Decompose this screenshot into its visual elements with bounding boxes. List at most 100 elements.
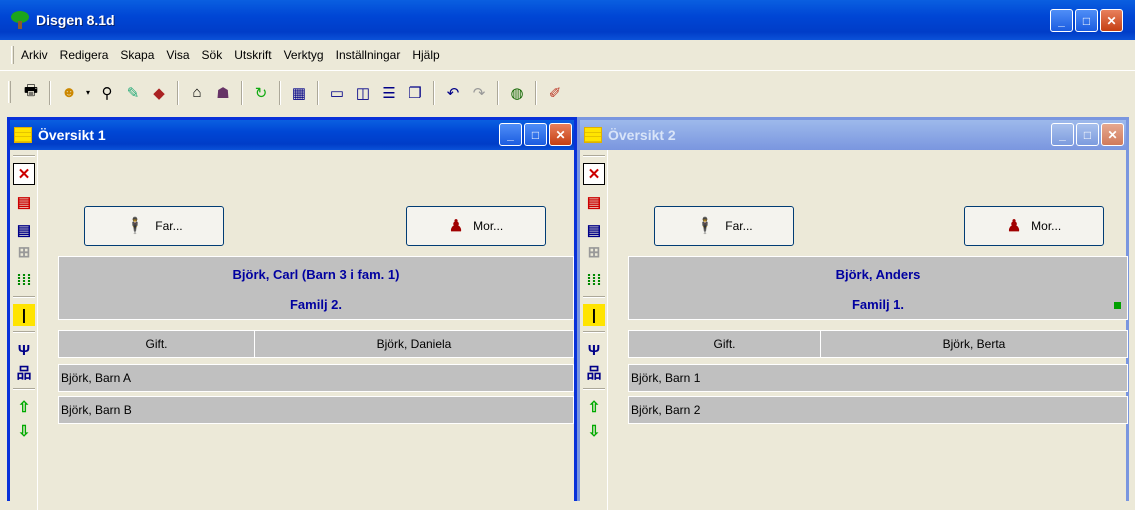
- overview-window-1[interactable]: Översikt 1 _ □ ✕ ✕ ▤ ▤ ⊞ ⁞⁞⁞ | Ψ 品 ⇧ ⇩ 🕴…: [7, 117, 577, 510]
- father-button[interactable]: 🕴 Far...: [654, 206, 794, 246]
- undo-icon[interactable]: ↶: [442, 82, 464, 104]
- calendar-icon[interactable]: ▦: [288, 82, 310, 104]
- app-titlebar[interactable]: Disgen 8.1d _ □ ✕: [0, 0, 1135, 40]
- book-pen-icon[interactable]: ✐: [544, 82, 566, 104]
- minimize-button[interactable]: _: [1050, 9, 1073, 32]
- menu-utskrift[interactable]: Utskrift: [234, 48, 271, 62]
- window-2-maximize-button[interactable]: □: [1076, 123, 1099, 146]
- window-2-close-button[interactable]: ✕: [1101, 123, 1124, 146]
- ancestors-icon[interactable]: 品: [13, 361, 35, 383]
- spouse-name[interactable]: Björk, Berta: [821, 331, 1127, 357]
- person-icon[interactable]: ☻: [58, 82, 80, 104]
- window-split-icon[interactable]: ◫: [352, 82, 374, 104]
- child-row[interactable]: Björk, Barn A: [58, 364, 574, 392]
- status-indicator: [1114, 302, 1121, 309]
- child-name: Björk, Barn B: [61, 403, 132, 417]
- child-row[interactable]: Björk, Barn 1: [628, 364, 1128, 392]
- window-1-content: 🕴 Far... ♟ Mor... Björk, Carl (Barn 3 i …: [48, 150, 574, 501]
- menu-arkiv[interactable]: Arkiv: [21, 48, 48, 62]
- window-1-maximize-button[interactable]: □: [524, 123, 547, 146]
- arrow-down-icon[interactable]: ⇩: [583, 420, 605, 442]
- menu-sok[interactable]: Sök: [202, 48, 223, 62]
- menu-verktyg[interactable]: Verktyg: [284, 48, 324, 62]
- book-icon[interactable]: ◆: [148, 82, 170, 104]
- menu-installningar[interactable]: Inställningar: [336, 48, 401, 62]
- maximize-button[interactable]: □: [1075, 9, 1098, 32]
- mother-label: Mor...: [473, 219, 504, 233]
- overview-window-2[interactable]: Översikt 2 _ □ ✕ ✕ ▤ ▤ ⊞ ⁞⁞⁞ | Ψ 品 ⇧ ⇩ 🕴…: [577, 117, 1129, 510]
- tree-structure-icon[interactable]: ⊞: [583, 241, 605, 263]
- mother-button[interactable]: ♟ Mor...: [406, 206, 546, 246]
- app-title: Disgen 8.1d: [36, 12, 115, 28]
- divider-line-icon[interactable]: |: [13, 304, 35, 326]
- window-horizontal-icon[interactable]: ☰: [378, 82, 400, 104]
- divider-line-icon[interactable]: |: [583, 304, 605, 326]
- menu-skapa[interactable]: Skapa: [120, 48, 154, 62]
- binoculars-icon[interactable]: ⚲: [96, 82, 118, 104]
- male-icon: 🕴: [125, 218, 146, 235]
- menu-hjalp[interactable]: Hjälp: [412, 48, 439, 62]
- delete-icon[interactable]: ✕: [13, 163, 35, 185]
- arrow-up-icon[interactable]: ⇧: [583, 396, 605, 418]
- child-row[interactable]: Björk, Barn B: [58, 396, 574, 424]
- document-icon[interactable]: ▤: [583, 219, 605, 241]
- window-2-titlebar[interactable]: Översikt 2 _ □ ✕: [580, 120, 1126, 150]
- female-icon: ♟: [1006, 218, 1022, 235]
- arrow-up-icon[interactable]: ⇧: [13, 396, 35, 418]
- father-button[interactable]: 🕴 Far...: [84, 206, 224, 246]
- child-name: Björk, Barn A: [61, 371, 132, 385]
- person-panel[interactable]: Björk, Carl (Barn 3 i fam. 1) Familj 2.: [58, 256, 574, 320]
- delete-icon[interactable]: ✕: [583, 163, 605, 185]
- edit-record-icon[interactable]: ▤: [13, 191, 35, 213]
- notes-icon[interactable]: ✎: [122, 82, 144, 104]
- window-2-title: Översikt 2: [608, 127, 676, 143]
- descendants-icon[interactable]: Ψ: [583, 339, 605, 361]
- person-panel[interactable]: Björk, Anders Familj 1.: [628, 256, 1128, 320]
- window-1-sidebar: ✕ ▤ ▤ ⊞ ⁞⁞⁞ | Ψ 品 ⇧ ⇩: [10, 150, 38, 510]
- descendants-icon[interactable]: Ψ: [13, 339, 35, 361]
- father-label: Far...: [725, 219, 753, 233]
- tree-structure-icon[interactable]: ⊞: [13, 241, 35, 263]
- window-1-titlebar[interactable]: Översikt 1 _ □ ✕: [10, 120, 574, 150]
- marriage-row[interactable]: Gift. Björk, Berta: [628, 330, 1128, 358]
- tree-icon: [11, 11, 29, 29]
- home-icon[interactable]: ⌂: [186, 82, 208, 104]
- edit-record-icon[interactable]: ▤: [583, 191, 605, 213]
- toolbar-grip[interactable]: [8, 81, 11, 103]
- spouse-name[interactable]: Björk, Daniela: [255, 331, 573, 357]
- printer-icon[interactable]: 🖶: [20, 82, 42, 104]
- marriage-status: Gift.: [59, 331, 255, 357]
- family-name: Familj 2.: [289, 297, 343, 312]
- child-row[interactable]: Björk, Barn 2: [628, 396, 1128, 424]
- window-single-icon[interactable]: ▭: [326, 82, 348, 104]
- father-label: Far...: [155, 219, 183, 233]
- window-1-title: Översikt 1: [38, 127, 106, 143]
- child-name: Björk, Barn 1: [631, 371, 701, 385]
- window-2-minimize-button[interactable]: _: [1051, 123, 1074, 146]
- female-icon: ♟: [448, 218, 464, 235]
- list-icon: [14, 127, 32, 143]
- redo-icon[interactable]: ↷: [468, 82, 490, 104]
- grid-icon[interactable]: ⁞⁞⁞: [583, 269, 605, 291]
- close-button[interactable]: ✕: [1100, 9, 1123, 32]
- globe-icon[interactable]: ◍: [506, 82, 528, 104]
- mother-button[interactable]: ♟ Mor...: [964, 206, 1104, 246]
- family-icon[interactable]: ☗: [212, 82, 234, 104]
- menu-grip[interactable]: [11, 46, 14, 64]
- window-1-close-button[interactable]: ✕: [549, 123, 572, 146]
- ancestors-icon[interactable]: 品: [583, 361, 605, 383]
- menu-redigera[interactable]: Redigera: [60, 48, 109, 62]
- dropdown-arrow-icon[interactable]: ▾: [84, 82, 92, 104]
- arrow-down-icon[interactable]: ⇩: [13, 420, 35, 442]
- marriage-row[interactable]: Gift. Björk, Daniela: [58, 330, 574, 358]
- mother-label: Mor...: [1031, 219, 1062, 233]
- window-1-minimize-button[interactable]: _: [499, 123, 522, 146]
- document-icon[interactable]: ▤: [13, 219, 35, 241]
- menu-visa[interactable]: Visa: [166, 48, 189, 62]
- child-name: Björk, Barn 2: [631, 403, 701, 417]
- person-name: Björk, Anders: [835, 267, 921, 282]
- male-icon: 🕴: [695, 218, 716, 235]
- window-cascade-icon[interactable]: ❐: [404, 82, 426, 104]
- grid-icon[interactable]: ⁞⁞⁞: [13, 269, 35, 291]
- refresh-icon[interactable]: ↻: [250, 82, 272, 104]
